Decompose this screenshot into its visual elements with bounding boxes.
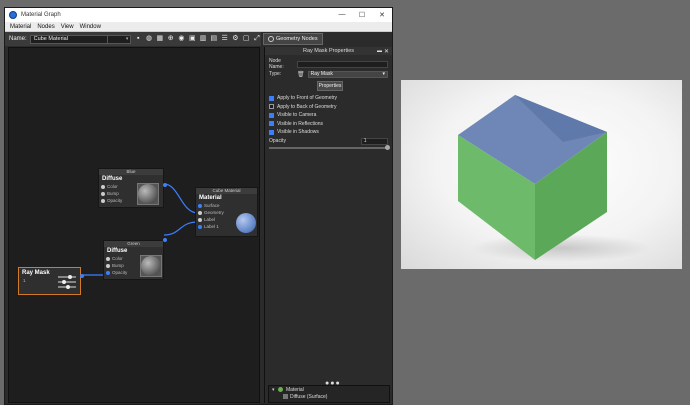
window-title: Material Graph [21, 12, 61, 18]
properties-button[interactable]: Properties [317, 81, 343, 91]
checkbox-visible-reflections[interactable]: Visible in Reflections [265, 120, 392, 129]
render-viewport[interactable] [401, 80, 682, 269]
tree-item-diffuse[interactable]: Diffuse (Surface) [269, 393, 389, 400]
panel-title: Ray Mask Properties [302, 48, 355, 54]
checkbox-visible-shadows[interactable]: Visible in Shadows [265, 128, 392, 137]
node-name-label: Node Name: [269, 58, 284, 70]
menu-view[interactable]: View [61, 24, 74, 30]
frame-icon[interactable]: ▢ [242, 35, 250, 43]
material-preview [236, 213, 256, 233]
panel-header: Ray Mask Properties ▬ ✕ [265, 47, 392, 55]
open-box-render [458, 95, 651, 262]
opacity-row: Opacity 1 [265, 137, 392, 146]
opacity-slider[interactable] [269, 144, 390, 150]
node-title: Material [199, 195, 222, 201]
slider-handle[interactable] [385, 144, 390, 150]
checkbox-apply-back[interactable]: Apply to Back of Geometry [265, 103, 392, 112]
ray-mask-node[interactable]: Ray Mask 1 [18, 267, 84, 295]
pin-icon[interactable]: ▬ [377, 48, 382, 54]
menu-material[interactable]: Material [10, 24, 31, 30]
cube-material-node[interactable]: Cube Material Material Surface Geometry … [195, 187, 258, 237]
type-value: Ray Mask [310, 71, 333, 77]
name-label: Name: [9, 36, 27, 42]
node-graph-canvas[interactable]: Blue Diffuse Color Bump Opacity Green Di… [8, 47, 260, 403]
opacity-label: Opacity [269, 138, 286, 144]
output-port[interactable] [163, 183, 167, 187]
settings-icon[interactable]: ⚙ [232, 35, 240, 43]
checkbox-apply-front[interactable]: Apply to Front of Geometry [265, 94, 392, 103]
type-label: Type: [269, 71, 282, 77]
title-bar: Material Graph — ☐ ✕ [5, 8, 392, 22]
type-select[interactable]: Ray Mask ▾ [307, 70, 388, 78]
geometry-nodes-button[interactable]: Geometry Nodes [263, 33, 323, 45]
minimize-button[interactable]: — [332, 11, 352, 19]
tree-item-material[interactable]: ▾ Material [269, 386, 389, 393]
expand-icon[interactable]: ⤢ [253, 35, 261, 43]
output-port[interactable] [80, 274, 84, 278]
grid-icon[interactable]: ▦ [156, 35, 164, 43]
blue-diffuse-node[interactable]: Blue Diffuse Color Bump Opacity [98, 168, 167, 208]
material-icon [278, 387, 283, 392]
output-port[interactable] [163, 238, 167, 242]
record-icon[interactable]: ◉ [178, 35, 186, 43]
node-title: Diffuse [107, 248, 128, 254]
sliders-icon [58, 275, 76, 289]
close-button[interactable]: ✕ [372, 11, 392, 19]
chevron-down-icon: ▾ [382, 71, 385, 77]
layout-icon[interactable]: ▣ [188, 35, 196, 43]
menu-window[interactable]: Window [80, 24, 101, 30]
material-tree: ▾ Material Diffuse (Surface) [268, 385, 390, 403]
maximize-button[interactable]: ☐ [352, 11, 372, 19]
material-name-input[interactable]: Cube Material [29, 34, 108, 44]
chevron-down-icon: ▾ [125, 36, 129, 42]
globe-icon[interactable]: ◍ [145, 35, 153, 43]
trash-icon[interactable]: 🗑 [297, 71, 305, 78]
graph-toolbar: Name: Cube Material ▾ ▪ ◍ ▦ ⊕ ◉ ▣ ▥ ▤ ☰ … [5, 32, 261, 46]
close-icon[interactable]: ✕ [384, 48, 389, 55]
node-name-row: Node Name: [265, 58, 392, 70]
diffuse-icon [283, 394, 288, 399]
geometry-nodes-label: Geometry Nodes [276, 36, 318, 42]
material-graph-window: Material Graph — ☐ ✕ Material Nodes View… [4, 7, 393, 405]
node-title: Diffuse [102, 176, 123, 182]
checkbox-visible-camera[interactable]: Visible to Camera [265, 111, 392, 120]
green-diffuse-node[interactable]: Green Diffuse Color Bump Opacity [103, 238, 167, 280]
menu-nodes[interactable]: Nodes [37, 24, 54, 30]
menu-bar: Material Nodes View Window [5, 22, 392, 32]
bars-icon[interactable]: ▤ [210, 35, 218, 43]
save-icon[interactable]: ▪ [134, 35, 142, 43]
list-icon[interactable]: ☰ [221, 35, 229, 43]
properties-panel: Ray Mask Properties ▬ ✕ Node Name: Type:… [264, 47, 392, 403]
material-preview [140, 255, 162, 277]
type-row: Type: 🗑 Ray Mask ▾ [265, 69, 392, 79]
app-icon [9, 11, 17, 19]
opacity-input[interactable]: 1 [360, 137, 388, 145]
geometry-icon [268, 36, 274, 42]
add-icon[interactable]: ⊕ [167, 35, 175, 43]
node-name-input[interactable] [297, 60, 388, 68]
material-dropdown[interactable]: ▾ [107, 34, 132, 44]
delete-icon[interactable]: ▥ [199, 35, 207, 43]
material-preview [137, 183, 159, 205]
port-surface[interactable]: Surface [196, 202, 257, 209]
